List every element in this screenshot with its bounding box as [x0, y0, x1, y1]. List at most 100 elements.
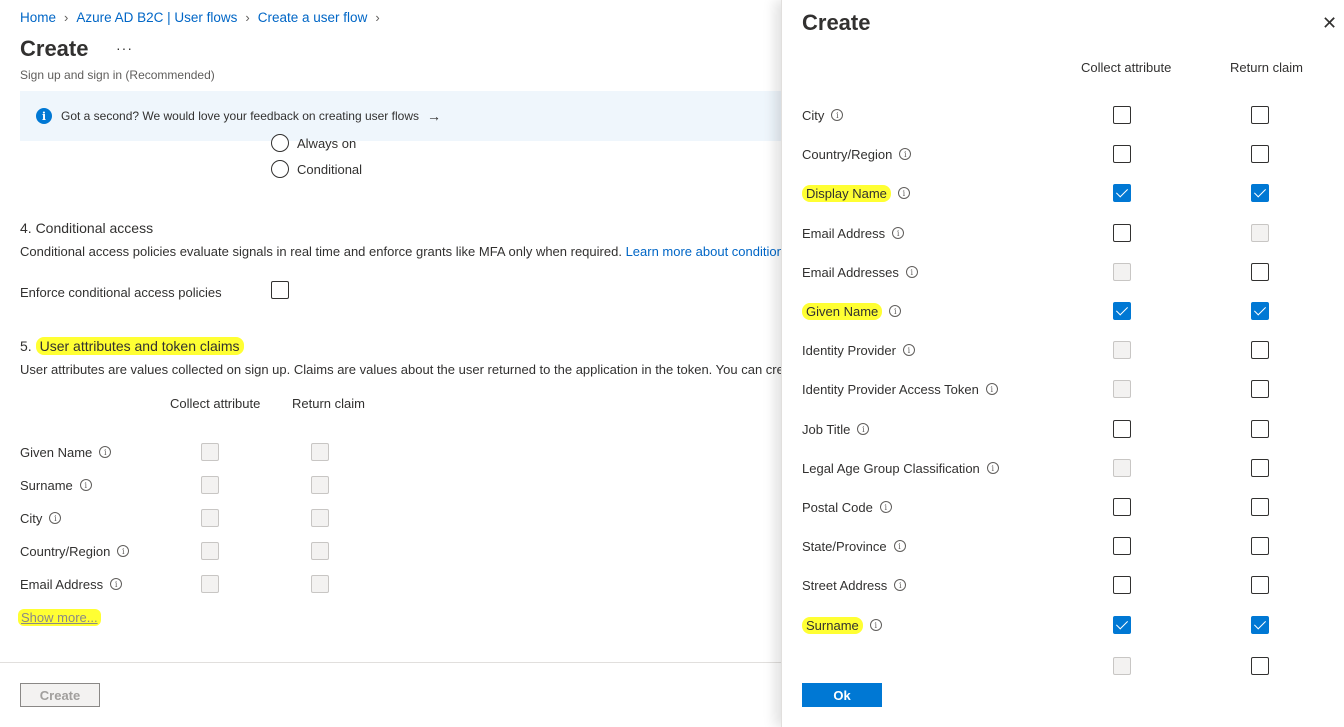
page-subtitle: Sign up and sign in (Recommended) [20, 68, 215, 82]
panel-attribute-row: Street Address i [802, 574, 1322, 596]
collect-attribute-checkbox[interactable] [1113, 420, 1131, 438]
info-tooltip-icon[interactable]: i [902, 344, 915, 356]
info-circle-icon: i [36, 108, 52, 124]
attribute-row: Country/Region i [20, 541, 420, 561]
panel-attribute-label: Surname [802, 616, 863, 634]
collect-attribute-checkbox[interactable] [1113, 106, 1131, 124]
collect-attribute-checkbox[interactable] [1113, 263, 1131, 281]
return-claim-checkbox[interactable] [311, 509, 329, 527]
info-tooltip-icon[interactable]: i [831, 109, 844, 121]
info-tooltip-icon[interactable]: i [892, 227, 905, 239]
info-tooltip-icon[interactable]: i [869, 619, 882, 631]
info-tooltip-icon[interactable]: i [99, 446, 112, 458]
attributes-panel: Create ✕ Collect attribute Return claim … [781, 0, 1344, 727]
info-tooltip-icon[interactable]: i [117, 545, 130, 557]
collect-attribute-checkbox[interactable] [1113, 145, 1131, 163]
create-button[interactable]: Create [20, 683, 100, 707]
learn-more-conditional-access-link[interactable]: Learn more about conditional access [626, 244, 781, 259]
info-tooltip-icon[interactable]: i [889, 305, 902, 317]
info-tooltip-icon[interactable]: i [79, 479, 92, 491]
panel-attribute-row: Given Name i [802, 300, 1322, 322]
panel-attribute-label: Country/Region [802, 146, 893, 162]
panel-attribute-label: Job Title [802, 421, 851, 437]
return-claim-checkbox[interactable] [1251, 576, 1269, 594]
panel-attribute-row: City i [802, 104, 1322, 126]
info-tooltip-icon[interactable]: i [905, 266, 918, 278]
ok-button[interactable]: Ok [802, 683, 882, 707]
collect-attribute-checkbox[interactable] [1113, 341, 1131, 359]
user-attributes-heading: 5. User attributes and token claims [20, 337, 244, 355]
info-tooltip-icon[interactable]: i [986, 462, 999, 474]
return-claim-checkbox[interactable] [1251, 380, 1269, 398]
info-tooltip-icon[interactable]: i [985, 383, 998, 395]
return-claim-checkbox[interactable] [1251, 420, 1269, 438]
conditional-access-text: Conditional access policies evaluate sig… [20, 244, 626, 259]
info-tooltip-icon[interactable]: i [879, 501, 892, 513]
enforce-conditional-access-checkbox[interactable] [271, 281, 289, 299]
info-tooltip-icon[interactable]: i [894, 579, 907, 591]
return-claim-checkbox[interactable] [1251, 302, 1269, 320]
return-claim-checkbox[interactable] [1251, 616, 1269, 634]
return-claim-checkbox[interactable] [311, 575, 329, 593]
feedback-banner[interactable]: i Got a second? We would love your feedb… [20, 91, 781, 141]
radio-circle[interactable] [271, 134, 289, 152]
collect-attribute-checkbox[interactable] [1113, 576, 1131, 594]
return-claim-checkbox[interactable] [1251, 657, 1269, 675]
collect-attribute-checkbox[interactable] [1113, 616, 1131, 634]
collect-attribute-checkbox[interactable] [1113, 537, 1131, 555]
return-claim-checkbox[interactable] [1251, 459, 1269, 477]
collect-attribute-checkbox[interactable] [201, 476, 219, 494]
radio-conditional[interactable]: Conditional [271, 160, 362, 178]
collect-attribute-checkbox[interactable] [1113, 224, 1131, 242]
info-tooltip-icon[interactable]: i [893, 540, 906, 552]
panel-attribute-row: Country/Region i [802, 143, 1322, 165]
return-claim-checkbox[interactable] [1251, 224, 1269, 242]
panel-attribute-label: State/Province [802, 538, 887, 554]
collect-attribute-checkbox[interactable] [1113, 498, 1131, 516]
info-tooltip-icon[interactable]: i [899, 148, 912, 160]
return-claim-checkbox[interactable] [1251, 498, 1269, 516]
collect-attribute-checkbox[interactable] [1113, 657, 1131, 675]
attribute-label: Surname [20, 477, 73, 493]
panel-attribute-label: Identity Provider [802, 342, 896, 358]
return-claim-checkbox[interactable] [311, 443, 329, 461]
return-claim-checkbox[interactable] [311, 476, 329, 494]
return-claim-checkbox[interactable] [1251, 263, 1269, 281]
return-claim-checkbox[interactable] [1251, 184, 1269, 202]
attribute-label: Email Address [20, 576, 104, 592]
panel-attribute-row: Display Name i [802, 182, 1322, 204]
info-tooltip-icon[interactable]: i [857, 423, 870, 435]
panel-attribute-label: Email Addresses [802, 264, 899, 280]
ellipsis-icon[interactable]: ··· [116, 40, 133, 56]
collect-attribute-checkbox[interactable] [201, 443, 219, 461]
radio-circle[interactable] [271, 160, 289, 178]
collect-attribute-checkbox[interactable] [1113, 302, 1131, 320]
collect-attribute-checkbox[interactable] [201, 575, 219, 593]
close-icon[interactable]: ✕ [1322, 13, 1337, 34]
return-claim-checkbox[interactable] [1251, 537, 1269, 555]
return-claim-checkbox[interactable] [1251, 106, 1269, 124]
panel-collect-attribute-header: Collect attribute [1081, 60, 1172, 75]
breadcrumb-create-user-flow[interactable]: Create a user flow [258, 10, 368, 25]
radio-label: Conditional [297, 161, 363, 177]
panel-attribute-row: Surname i [802, 614, 1322, 636]
collect-attribute-checkbox[interactable] [201, 542, 219, 560]
collect-attribute-checkbox[interactable] [1113, 380, 1131, 398]
page-title: Create [20, 36, 89, 61]
info-tooltip-icon[interactable]: i [897, 187, 910, 199]
info-tooltip-icon[interactable]: i [49, 512, 62, 524]
feedback-text: Got a second? We would love your feedbac… [61, 109, 419, 123]
radio-always-on[interactable]: Always on [271, 134, 356, 152]
return-claim-checkbox[interactable] [1251, 145, 1269, 163]
info-tooltip-icon[interactable]: i [110, 578, 123, 590]
return-claim-checkbox[interactable] [1251, 341, 1269, 359]
return-claim-header: Return claim [292, 396, 365, 411]
show-more-link[interactable]: Show more... [18, 609, 101, 626]
collect-attribute-checkbox[interactable] [1113, 459, 1131, 477]
collect-attribute-checkbox[interactable] [201, 509, 219, 527]
breadcrumb-user-flows[interactable]: Azure AD B2C | User flows [76, 10, 237, 25]
panel-return-claim-header: Return claim [1230, 60, 1303, 75]
return-claim-checkbox[interactable] [311, 542, 329, 560]
collect-attribute-checkbox[interactable] [1113, 184, 1131, 202]
breadcrumb-home[interactable]: Home [20, 10, 56, 25]
